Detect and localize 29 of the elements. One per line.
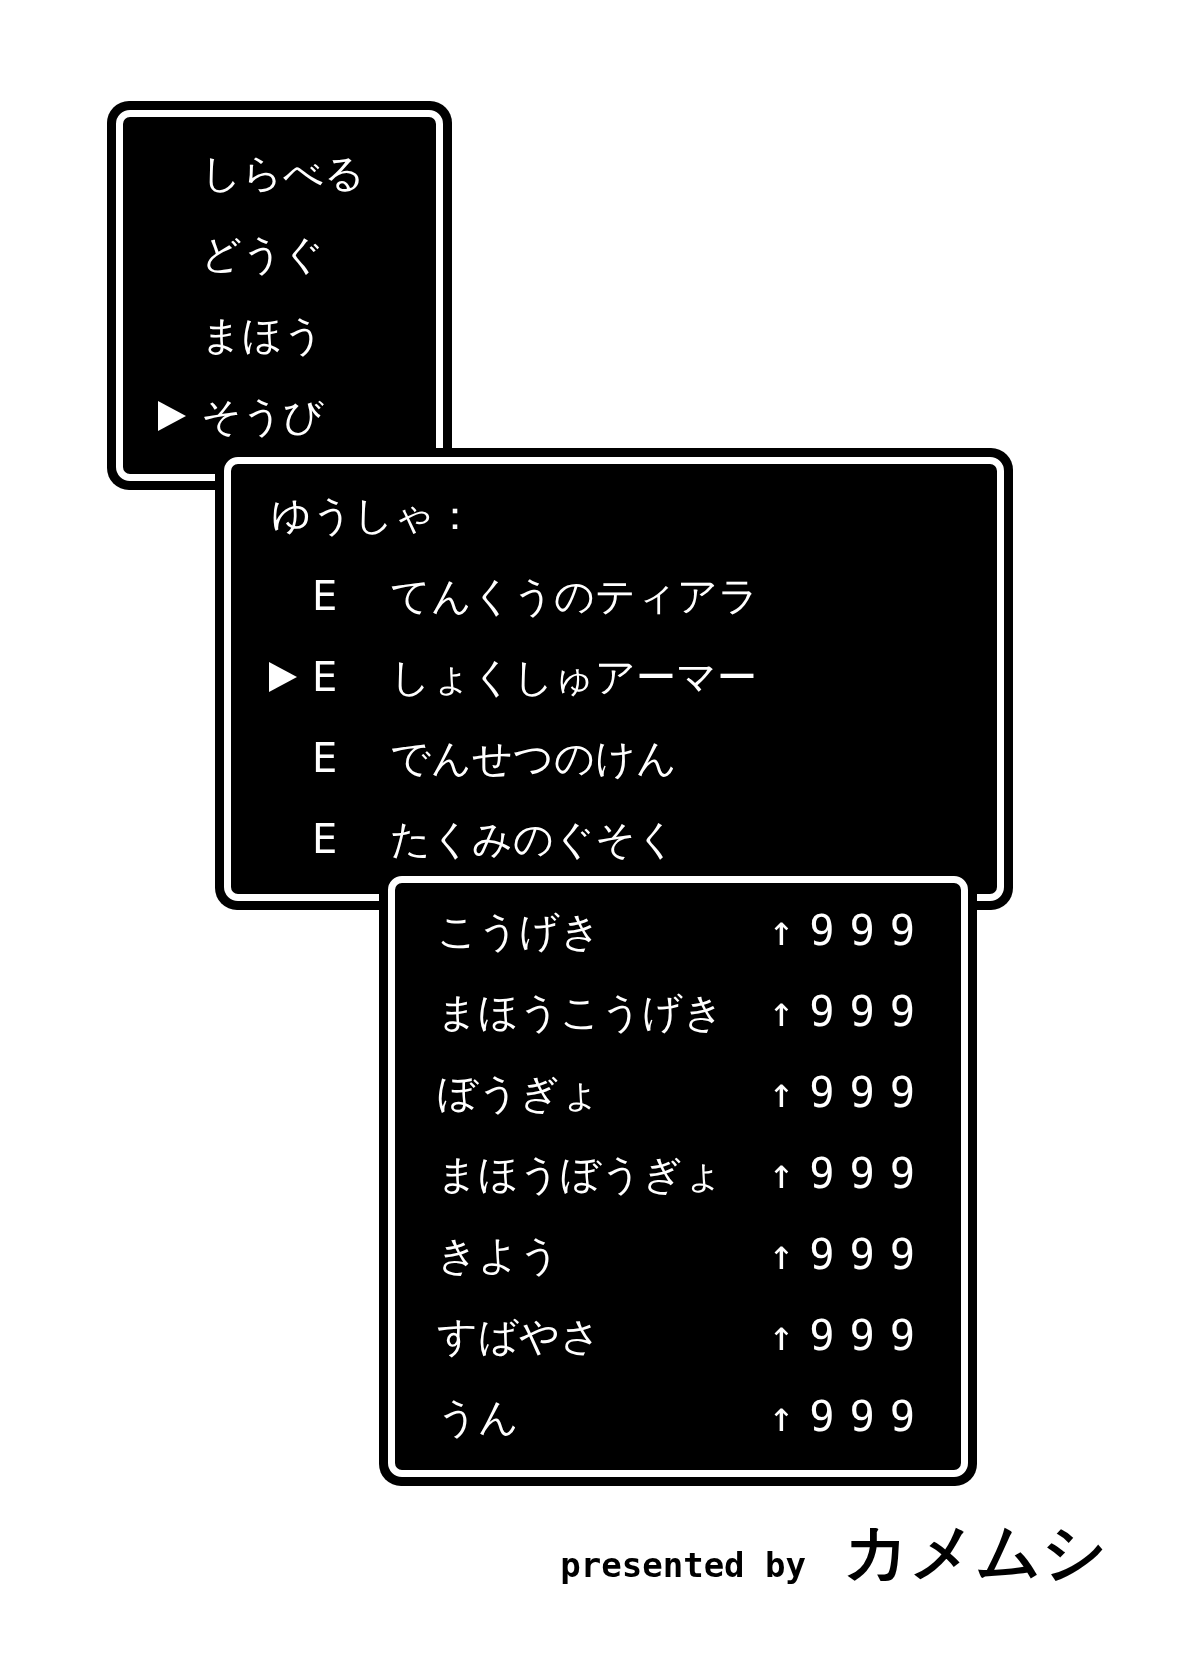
author-name: カメムシ: [844, 1520, 1108, 1584]
character-name: ゆうしゃ：: [271, 494, 475, 535]
stat-value: ↑999: [768, 990, 930, 1033]
equipment-item[interactable]: でんせつのけん: [390, 737, 677, 778]
equipped-mark: E: [312, 737, 338, 778]
stat-label: きよう: [437, 1234, 560, 1275]
stat-value: ↑999: [768, 1233, 930, 1276]
stat-label: ぼうぎょ: [437, 1072, 601, 1113]
equipment-item[interactable]: たくみのぐそく: [390, 818, 677, 859]
equipped-mark: E: [312, 656, 338, 697]
menu-item[interactable]: そうび: [201, 395, 324, 436]
stat-value: ↑999: [768, 1071, 930, 1114]
equipped-mark: E: [312, 575, 338, 616]
stat-value: ↑999: [768, 909, 930, 952]
stat-label: まほうぼうぎょ: [437, 1153, 724, 1194]
equipped-mark: E: [312, 818, 338, 859]
stat-value: ↑999: [768, 1395, 930, 1438]
stat-value: ↑999: [768, 1314, 930, 1357]
menu-item[interactable]: まほう: [201, 314, 324, 355]
menu-item[interactable]: どうぐ: [201, 233, 324, 274]
stat-value: ↑999: [768, 1152, 930, 1195]
equipment-item[interactable]: てんくうのティアラ: [390, 575, 759, 616]
stat-label: こうげき: [437, 910, 601, 951]
stat-label: うん: [437, 1396, 519, 1437]
stat-label: まほうこうげき: [437, 991, 724, 1032]
equipment-item[interactable]: しょくしゅアーマー: [390, 656, 757, 697]
stat-label: すばやさ: [437, 1315, 601, 1356]
menu-item[interactable]: しらべる: [201, 152, 365, 193]
credit-text: presented by: [560, 1548, 806, 1582]
